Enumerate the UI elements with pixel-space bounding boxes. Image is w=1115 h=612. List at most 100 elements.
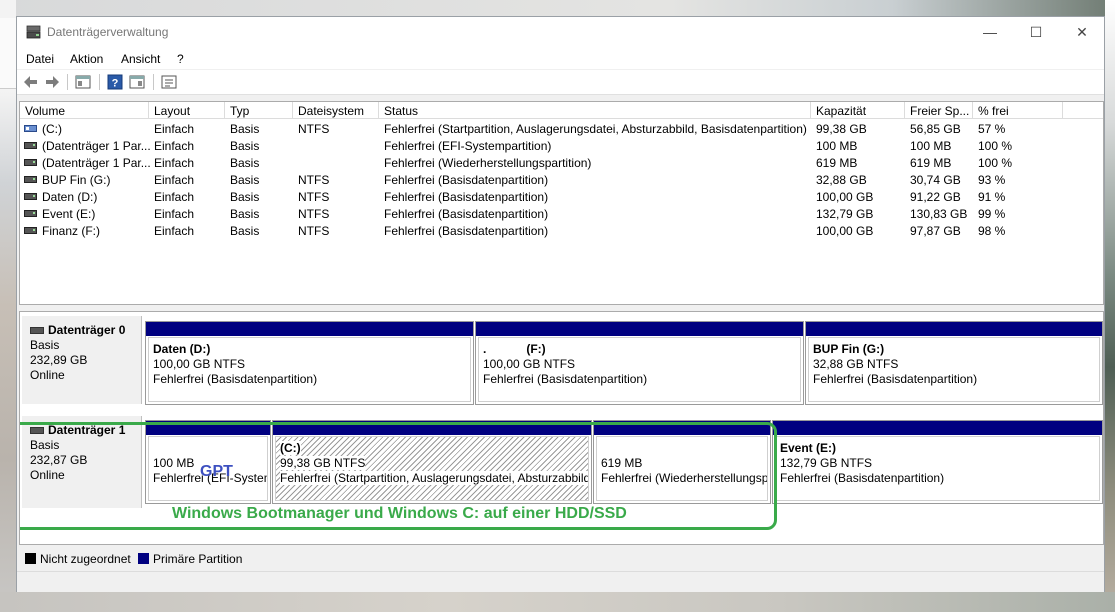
partition-bup-fin-g[interactable]: BUP Fin (G:) 32,88 GB NTFS Fehlerfrei (B…	[805, 321, 1103, 405]
partition-size: 99,38 GB NTFS	[280, 456, 366, 470]
cell-typ: Basis	[230, 190, 260, 204]
back-arrow-icon[interactable]	[21, 73, 41, 91]
cell-prozent-frei: 100 %	[978, 156, 1013, 170]
cell-typ: Basis	[230, 224, 260, 238]
primary-partition-bar	[594, 421, 770, 435]
disk-0-label[interactable]: Datenträger 0 Basis 232,89 GB Online	[22, 316, 142, 404]
legend-label-unallocated: Nicht zugeordnet	[40, 552, 131, 566]
toolbar-separator	[67, 74, 68, 90]
menu-help[interactable]: ?	[177, 52, 184, 66]
cell-prozent-frei: 98 %	[978, 224, 1006, 238]
partition-event-e[interactable]: Event (E:) 132,79 GB NTFS Fehlerfrei (Ba…	[772, 420, 1103, 504]
cell-dateisystem: NTFS	[298, 224, 330, 238]
partition-status: Fehlerfrei (Startpartition, Auslagerungs…	[280, 471, 588, 486]
forward-arrow-icon[interactable]	[42, 73, 62, 91]
partition-size: 100,00 GB NTFS	[483, 357, 576, 371]
close-button[interactable]: ✕	[1059, 17, 1105, 47]
partition-c[interactable]: (C:) 99,38 GB NTFS Fehlerfrei (Startpart…	[272, 420, 592, 504]
console-tree-icon[interactable]	[73, 73, 93, 91]
cell-status: Fehlerfrei (Basisdatenpartition)	[384, 224, 549, 238]
partition-status: Fehlerfrei (Basisdatenpartition)	[780, 471, 945, 485]
minimize-button[interactable]: —	[967, 17, 1013, 47]
cell-freier-speicher: 130,83 GB	[910, 207, 968, 221]
column-header-status[interactable]: Status	[379, 102, 811, 119]
partition-recovery[interactable]: 619 MB Fehlerfrei (Wiederherstellungspar…	[593, 420, 771, 504]
menu-datei[interactable]: Datei	[26, 52, 54, 66]
column-header-volume[interactable]: Volume	[20, 102, 149, 119]
cell-prozent-frei: 57 %	[978, 122, 1006, 136]
cell-prozent-frei: 93 %	[978, 173, 1006, 187]
partition-status: Fehlerfrei (Basisdatenpartition)	[813, 372, 978, 386]
disk-1-title: Datenträger 1	[30, 423, 141, 438]
column-header-kapazitaet[interactable]: Kapazität	[811, 102, 905, 119]
title-bar[interactable]: Datenträgerverwaltung — ☐ ✕	[17, 17, 1104, 47]
column-header-typ[interactable]: Typ	[225, 102, 293, 119]
column-header-prozent-frei[interactable]: % frei	[973, 102, 1063, 119]
annotation-gpt-label: GPT	[200, 463, 233, 480]
partition-size: 100,00 GB NTFS	[153, 357, 246, 371]
disk-icon	[30, 427, 44, 434]
cell-dateisystem: NTFS	[298, 190, 330, 204]
disk-1-size: 232,87 GB	[30, 453, 88, 467]
cell-volume: Daten (D:)	[42, 190, 98, 204]
volume-icon	[24, 142, 37, 149]
cell-kapazitaet: 132,79 GB	[816, 207, 874, 221]
volume-row[interactable]: Daten (D:) Einfach Basis NTFS Fehlerfrei (Ba…	[20, 188, 1103, 205]
cell-kapazitaet: 100,00 GB	[816, 190, 874, 204]
partition-name: . (F:)	[483, 342, 546, 356]
help-icon[interactable]: ?	[105, 73, 125, 91]
cell-status: Fehlerfrei (EFI-Systempartition)	[384, 139, 552, 153]
cell-kapazitaet: 100,00 GB	[816, 224, 874, 238]
column-header-layout[interactable]: Layout	[149, 102, 225, 119]
column-header-dateisystem[interactable]: Dateisystem	[293, 102, 379, 119]
menu-aktion[interactable]: Aktion	[70, 52, 103, 66]
menu-ansicht[interactable]: Ansicht	[121, 52, 160, 66]
cell-volume: (Datenträger 1 Par...	[42, 156, 151, 170]
partition-f[interactable]: . (F:) 100,00 GB NTFS Fehlerfrei (Basisd…	[475, 321, 804, 405]
cell-freier-speicher: 100 MB	[910, 139, 952, 153]
properties-icon[interactable]	[159, 73, 179, 91]
cell-layout: Einfach	[154, 156, 195, 170]
partition-name: BUP Fin (G:)	[813, 342, 885, 356]
partition-name: Daten (D:)	[153, 342, 211, 356]
primary-partition-bar	[146, 421, 270, 435]
desktop-background-left	[0, 0, 16, 612]
partition-efi-system[interactable]: 100 MB Fehlerfrei (EFI-Systempartition)	[145, 420, 271, 504]
volume-icon	[24, 159, 37, 166]
partition-daten-d[interactable]: Daten (D:) 100,00 GB NTFS Fehlerfrei (Ba…	[145, 321, 474, 405]
disk-management-app-icon	[26, 25, 41, 39]
partition-size: 619 MB	[601, 456, 643, 470]
volume-row[interactable]: (Datenträger 1 Par... Einfach Basis Fehlerf…	[20, 137, 1103, 154]
disk-1-type: Basis	[30, 438, 60, 452]
volume-row[interactable]: BUP Fin (G:) Einfach Basis NTFS Fehlerfrei (…	[20, 171, 1103, 188]
primary-partition-bar	[273, 421, 591, 435]
cell-kapazitaet: 99,38 GB	[816, 122, 867, 136]
toolbar: ?	[17, 70, 1104, 95]
cell-typ: Basis	[230, 173, 260, 187]
cell-dateisystem: NTFS	[298, 122, 330, 136]
column-header-freier-speicher[interactable]: Freier Sp...	[905, 102, 973, 119]
cell-kapazitaet: 32,88 GB	[816, 173, 867, 187]
cell-layout: Einfach	[154, 122, 195, 136]
volume-row[interactable]: Event (E:) Einfach Basis NTFS Fehlerfrei (Ba…	[20, 205, 1103, 222]
desktop-background-bottom	[0, 592, 1115, 612]
partition-name: Event (E:)	[780, 441, 837, 455]
partition-size: 132,79 GB NTFS	[780, 456, 873, 470]
primary-partition-bar	[476, 322, 803, 336]
cell-freier-speicher: 619 MB	[910, 156, 952, 170]
volume-row[interactable]: (Datenträger 1 Par... Einfach Basis Fehlerf…	[20, 154, 1103, 171]
disk-1-label[interactable]: Datenträger 1 Basis 232,87 GB Online	[22, 416, 142, 508]
action-pane-icon[interactable]	[127, 73, 147, 91]
cell-typ: Basis	[230, 139, 260, 153]
cell-typ: Basis	[230, 156, 260, 170]
disk-0-size: 232,89 GB	[30, 353, 88, 367]
volume-row[interactable]: Finanz (F:) Einfach Basis NTFS Fehlerfrei (B…	[20, 222, 1103, 239]
disk-management-window: Datenträgerverwaltung — ☐ ✕ Datei Aktion…	[16, 16, 1105, 592]
window-title: Datenträgerverwaltung	[47, 25, 169, 39]
svg-text:?: ?	[112, 78, 119, 90]
volume-row[interactable]: (C:) Einfach Basis NTFS Fehlerfrei (Startpar…	[20, 120, 1103, 137]
volume-icon	[24, 176, 37, 183]
maximize-button[interactable]: ☐	[1013, 17, 1059, 47]
cell-layout: Einfach	[154, 139, 195, 153]
cell-volume: Finanz (F:)	[42, 224, 101, 238]
